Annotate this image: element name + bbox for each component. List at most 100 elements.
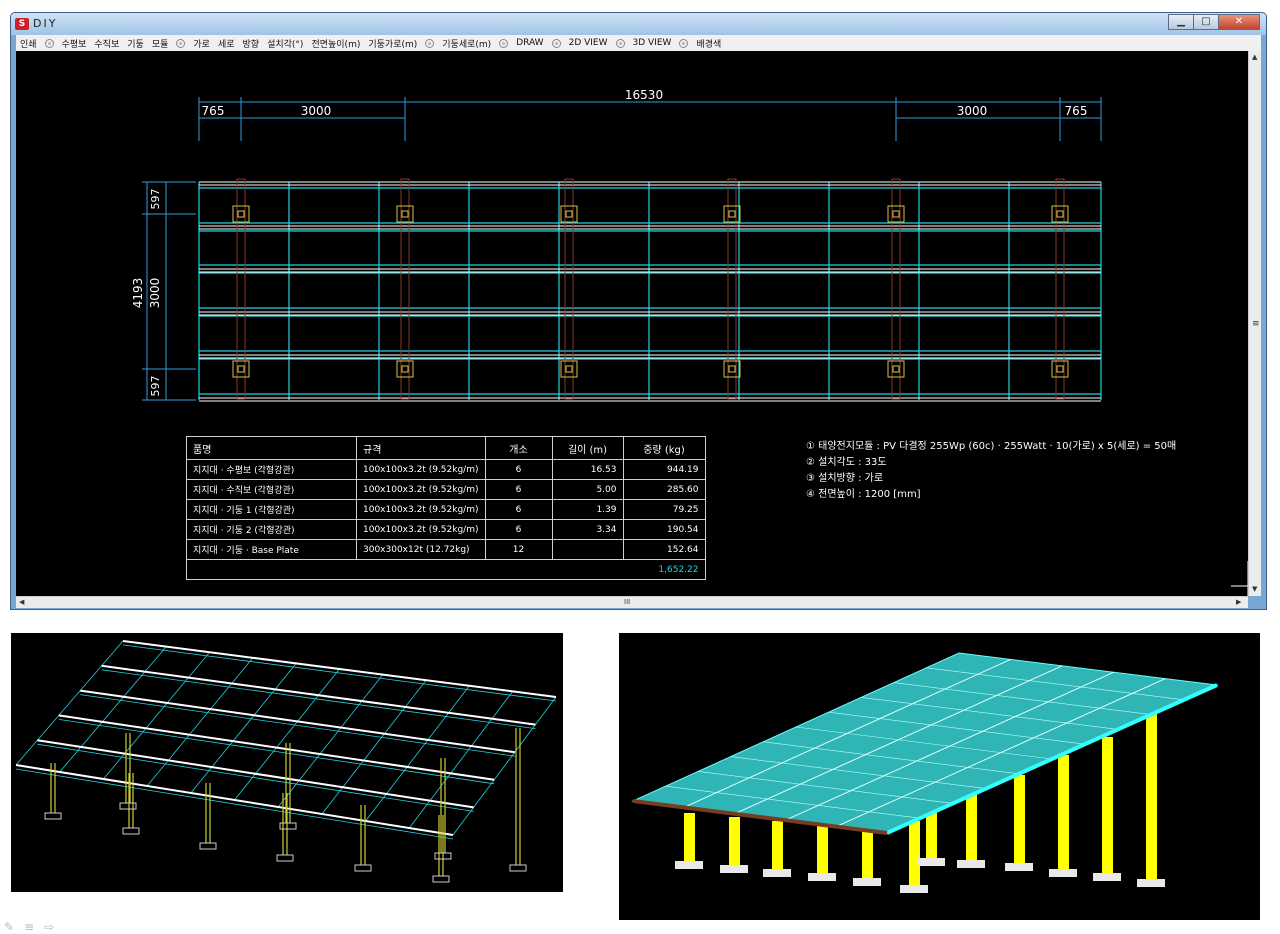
- wire-module-edge: [122, 644, 557, 702]
- radio-icon[interactable]: [679, 38, 689, 48]
- wireframe-drawing: [15, 640, 557, 883]
- menu-item-11[interactable]: 기둥세로(m): [438, 37, 495, 50]
- menu-item-0[interactable]: 인쇄: [16, 37, 41, 50]
- wire-module-edge: [37, 743, 474, 812]
- wire-horizontal-beam: [58, 714, 495, 781]
- rendered-base-plate: [763, 869, 791, 877]
- total-weight: 1,652.22: [186, 559, 706, 580]
- cell-spec: 100x100x3.2t (9.52kg/m): [356, 479, 486, 500]
- post-section: [728, 210, 736, 218]
- menu-item-9[interactable]: 전면높이(m): [307, 37, 364, 50]
- scroll-down-icon[interactable]: ▼: [1252, 585, 1257, 593]
- cell-spec: 300x300x12t (12.72kg): [356, 539, 486, 560]
- rendered-post: [1146, 713, 1157, 879]
- base-plate: [723, 205, 741, 223]
- header-length: 길이 (m): [551, 436, 624, 460]
- cell-count: 6: [484, 459, 553, 480]
- horizontal-scrollbar[interactable]: ◀ III ▶: [16, 596, 1248, 608]
- rendered-base-plate: [720, 865, 748, 873]
- menu-item-6[interactable]: 세로: [214, 37, 239, 50]
- menu-item-8[interactable]: 설치각(°): [263, 37, 307, 50]
- window-title: DIY: [33, 17, 58, 30]
- cell-length: [551, 539, 624, 560]
- note-direction: ③ 설치방향 : 가로: [806, 473, 884, 484]
- base-plate: [232, 360, 250, 378]
- cell-item-name: 지지대 · 수평보 (각형강관): [186, 459, 357, 480]
- menu-item-15[interactable]: 배경색: [692, 37, 725, 50]
- edit-icon[interactable]: ✎: [4, 920, 14, 934]
- rendered-post: [966, 791, 977, 860]
- rendered-post: [772, 821, 783, 869]
- cell-length: 3.34: [551, 519, 624, 540]
- cell-weight: 285.60: [622, 479, 706, 500]
- scroll-thumb-grip[interactable]: ≡: [1252, 319, 1260, 329]
- header-count: 개소: [484, 436, 553, 460]
- wire-module-edge: [408, 691, 514, 829]
- rendered-base-plate: [1005, 863, 1033, 871]
- menu-item-12[interactable]: DRAW: [512, 38, 547, 48]
- cell-weight: 79.25: [622, 499, 706, 520]
- menu-item-13[interactable]: 2D VIEW: [565, 38, 612, 48]
- scroll-up-icon[interactable]: ▲: [1252, 53, 1257, 61]
- radio-icon[interactable]: [499, 38, 509, 48]
- minimize-button[interactable]: ▁: [1168, 14, 1194, 30]
- wire-base-plate: [276, 854, 294, 862]
- radio-icon[interactable]: [44, 38, 54, 48]
- app-icon: S: [15, 18, 29, 30]
- wire-module-edge: [190, 663, 297, 794]
- menu-item-7[interactable]: 방향: [239, 37, 264, 50]
- vertical-scrollbar[interactable]: ▲ ≡ ▼: [1248, 51, 1261, 596]
- rendered-base-plate: [1137, 879, 1165, 887]
- header-item-name: 품명: [186, 436, 357, 460]
- menu-item-4[interactable]: 모듈: [148, 37, 173, 50]
- rendered-base-plate: [917, 858, 945, 866]
- rendered-post: [817, 825, 828, 873]
- menu-item-5[interactable]: 가로: [189, 37, 214, 50]
- menu-item-14[interactable]: 3D VIEW: [629, 38, 676, 48]
- post-section: [728, 365, 736, 373]
- drawing-canvas[interactable]: 16530 765 3000 3000 765 4193 597 3000 59…: [16, 51, 1248, 596]
- cell-length: 5.00: [551, 479, 624, 500]
- wire-module-edge: [59, 646, 167, 773]
- wire-module-edge: [365, 685, 470, 822]
- title-bar[interactable]: S DIY ▁ □ ✕: [11, 13, 1266, 35]
- rendered-post: [729, 817, 740, 865]
- cell-count: 12: [484, 539, 553, 560]
- menu-item-10[interactable]: 기둥가로(m): [364, 37, 421, 50]
- app-window: S DIY ▁ □ ✕ 인쇄 수평보 수직보 기둥 모듈 가로 세로 방향 설치각(°) 전면높이…: [10, 12, 1267, 610]
- base-plate: [232, 205, 250, 223]
- menu-item-1[interactable]: 수평보: [58, 37, 91, 50]
- menu-item-3[interactable]: 기둥: [123, 37, 148, 50]
- radio-icon[interactable]: [425, 38, 435, 48]
- dim-total-label: 16530: [625, 88, 663, 102]
- cell-spec: 100x100x3.2t (9.52kg/m): [356, 459, 486, 480]
- base-plate: [560, 360, 578, 378]
- radio-icon[interactable]: [551, 38, 561, 48]
- cell-item-name: 지지대 · 기둥 1 (각형강관): [186, 499, 357, 520]
- menu-item-2[interactable]: 수직보: [90, 37, 123, 50]
- wire-base-plate: [119, 802, 137, 810]
- wire-module-edge: [103, 651, 210, 780]
- base-plate: [1051, 360, 1069, 378]
- maximize-button[interactable]: □: [1193, 14, 1219, 30]
- wire-horizontal-beam: [101, 664, 536, 726]
- cell-count: 6: [484, 499, 553, 520]
- bill-of-materials-table: 품명 규격 개소 길이 (m) 중량 (kg) 지지대 · 수평보 (각형강관)…: [186, 436, 706, 580]
- wire-module-edge: [277, 674, 384, 808]
- share-icon[interactable]: ⇨: [44, 920, 54, 934]
- table-row: 지지대 · 수직보 (각형강관) 100x100x3.2t (9.52kg/m)…: [186, 479, 706, 500]
- list-icon[interactable]: ≡: [24, 920, 34, 934]
- post-section: [237, 365, 245, 373]
- scroll-left-icon[interactable]: ◀: [19, 598, 24, 606]
- scroll-thumb-grip[interactable]: III: [624, 598, 630, 606]
- table-row: 지지대 · 기둥 1 (각형강관) 100x100x3.2t (9.52kg/m…: [186, 499, 706, 520]
- dim-v-top-label: 597: [149, 189, 162, 210]
- wire-module-edge: [321, 679, 427, 815]
- table-row: 지지대 · 기둥 2 (각형강관) 100x100x3.2t (9.52kg/m…: [186, 519, 706, 540]
- radio-icon[interactable]: [176, 38, 186, 48]
- close-button[interactable]: ✕: [1218, 14, 1260, 30]
- post-section: [401, 210, 409, 218]
- scroll-right-icon[interactable]: ▶: [1236, 598, 1241, 606]
- wire-module-edge: [146, 657, 254, 787]
- radio-icon[interactable]: [615, 38, 625, 48]
